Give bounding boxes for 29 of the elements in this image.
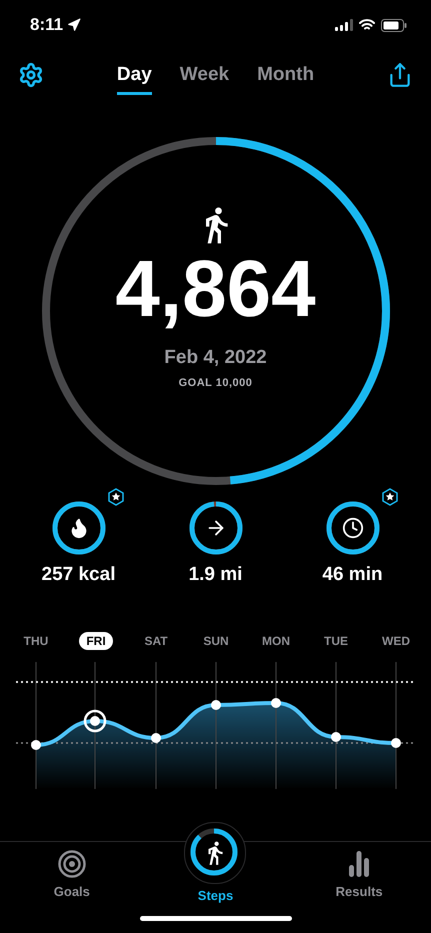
battery-icon [381, 18, 407, 32]
bar-chart-icon [348, 850, 370, 878]
day-label[interactable]: THU [16, 632, 56, 650]
day-label[interactable]: SAT [137, 632, 175, 650]
day-label[interactable]: WED [375, 632, 417, 650]
settings-button[interactable] [18, 62, 44, 88]
nav-tab[interactable]: Goals [0, 842, 144, 933]
nav-tab[interactable]: Steps [144, 822, 288, 933]
wifi-icon [359, 19, 375, 31]
period-tab[interactable]: Month [257, 56, 314, 94]
step-count: 4,864 [115, 249, 316, 329]
day-label[interactable]: FRI [79, 632, 113, 650]
goal-label: GOAL 10,000 [178, 377, 252, 389]
progress-ring [324, 500, 380, 556]
metric-value: 46 min [322, 564, 383, 586]
day-label[interactable]: MON [255, 632, 297, 650]
period-tab[interactable]: Day [116, 56, 152, 94]
nav-tab[interactable]: Results [287, 842, 431, 933]
day-label[interactable]: TUE [317, 632, 355, 650]
day-label[interactable]: SUN [196, 632, 236, 650]
date-label: Feb 4, 2022 [164, 347, 267, 369]
metric-value: 257 kcal [42, 564, 116, 586]
signal-icon [335, 19, 353, 31]
period-tab[interactable]: Week [180, 56, 230, 94]
status-time: 8:11 [30, 15, 64, 35]
metric-value: 1.9 mi [188, 564, 242, 586]
clock-icon [342, 517, 364, 539]
location-arrow-icon [67, 18, 82, 32]
target-icon [58, 850, 86, 878]
